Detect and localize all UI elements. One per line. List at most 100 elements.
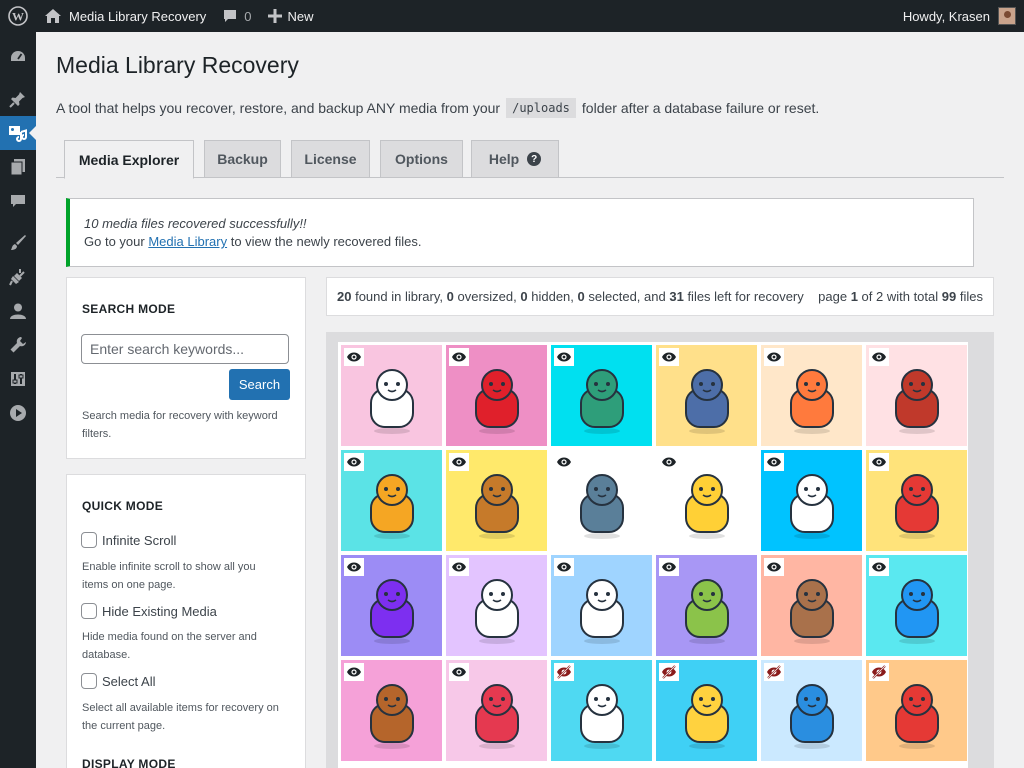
plugin-icon[interactable] xyxy=(0,260,36,294)
media-item-bird[interactable] xyxy=(866,555,967,656)
tab-license[interactable]: License xyxy=(291,140,370,178)
media-item-treadmill-runner[interactable] xyxy=(866,660,967,761)
media-item-apple[interactable] xyxy=(446,345,547,446)
search-button[interactable]: Search xyxy=(229,369,290,400)
media-item-bus[interactable] xyxy=(341,450,442,551)
astronaut-yoga-illustration xyxy=(475,579,519,644)
site-name: Media Library Recovery xyxy=(69,8,207,24)
tab-bar: Media Explorer Backup License Options He… xyxy=(56,140,1004,179)
media-item-bicycle[interactable] xyxy=(551,345,652,446)
deer-illustration xyxy=(370,684,414,749)
search-help: Search media for recovery with keyword f… xyxy=(82,410,278,440)
new-content-link[interactable]: New xyxy=(260,0,322,32)
success-notice: 10 media files recovered successfully!! … xyxy=(66,198,974,267)
site-name-link[interactable]: Media Library Recovery xyxy=(36,0,214,32)
main-content: Media Library Recovery A tool that helps… xyxy=(36,32,1024,768)
pin-icon[interactable] xyxy=(0,82,36,116)
settings-icon[interactable] xyxy=(0,362,36,396)
quick-mode-panel: QUICK MODE Infinite Scroll Enable infini… xyxy=(66,474,306,768)
media-grid-container xyxy=(326,332,994,768)
treadmill-runner-illustration xyxy=(895,684,939,749)
tab-help[interactable]: Help? xyxy=(471,140,559,178)
media-item-duck[interactable] xyxy=(656,450,757,551)
pages-icon[interactable] xyxy=(0,150,36,184)
media-icon[interactable] xyxy=(0,116,36,150)
tools-icon[interactable] xyxy=(0,328,36,362)
media-item-astronaut-yoga[interactable] xyxy=(446,555,547,656)
media-item-dinosaur[interactable] xyxy=(866,450,967,551)
avocado-illustration xyxy=(685,579,729,644)
media-item-whale[interactable] xyxy=(761,660,862,761)
wordpress-logo-icon[interactable]: W xyxy=(0,0,36,32)
bus-illustration xyxy=(370,474,414,539)
media-item-bunny[interactable] xyxy=(341,345,442,446)
pagination-summary: page 1 of 2 with total 99 files xyxy=(818,289,983,304)
description-text-end: folder after a database failure or reset… xyxy=(581,100,820,116)
infinite-scroll-checkbox[interactable] xyxy=(81,532,97,548)
comments-icon[interactable] xyxy=(0,184,36,218)
llama-illustration xyxy=(790,474,834,539)
car-illustration xyxy=(370,579,414,644)
hide-existing-option[interactable]: Hide Existing Media xyxy=(81,603,217,619)
search-mode-title: SEARCH MODE xyxy=(82,302,176,316)
books-illustration xyxy=(685,369,729,434)
tab-backup[interactable]: Backup xyxy=(204,140,281,178)
search-input[interactable]: Enter search keywords... xyxy=(81,334,289,364)
media-item-burger[interactable] xyxy=(446,450,547,551)
svg-text:W: W xyxy=(12,10,24,24)
select-all-checkbox[interactable] xyxy=(81,673,97,689)
home-icon xyxy=(45,9,61,23)
duck-illustration xyxy=(685,474,729,539)
media-item-bear[interactable] xyxy=(761,555,862,656)
tab-media-explorer[interactable]: Media Explorer xyxy=(64,140,194,179)
media-item-astronaut-rocket[interactable] xyxy=(551,555,652,656)
comment-bubble-icon xyxy=(224,10,237,22)
play-icon[interactable] xyxy=(0,396,36,430)
media-item-deer[interactable] xyxy=(341,660,442,761)
media-library-link[interactable]: Media Library xyxy=(148,234,227,249)
status-summary: 20 found in library, 0 oversized, 0 hidd… xyxy=(337,289,804,304)
hide-existing-help: Hide media found on the server and datab… xyxy=(82,631,257,661)
media-item-books[interactable] xyxy=(656,345,757,446)
quick-mode-title: QUICK MODE xyxy=(82,499,163,513)
page-description: A tool that helps you recover, restore, … xyxy=(56,98,819,118)
search-mode-panel: SEARCH MODE Enter search keywords... Sea… xyxy=(66,277,306,459)
baby-cloud-illustration xyxy=(580,684,624,749)
media-item-basketball-boy[interactable] xyxy=(866,345,967,446)
media-item-dragon[interactable] xyxy=(446,660,547,761)
hide-existing-checkbox[interactable] xyxy=(81,603,97,619)
infinite-scroll-help: Enable infinite scroll to show all you i… xyxy=(82,561,256,591)
basketball-boy-illustration xyxy=(895,369,939,434)
astronaut-rocket-illustration xyxy=(580,579,624,644)
bicycle-illustration xyxy=(580,369,624,434)
coffee-machine-illustration xyxy=(580,474,624,539)
media-item-notebook[interactable] xyxy=(761,345,862,446)
burger-illustration xyxy=(475,474,519,539)
infinite-scroll-option[interactable]: Infinite Scroll xyxy=(81,532,176,548)
media-item-car[interactable] xyxy=(341,555,442,656)
media-item-baby-cloud[interactable] xyxy=(551,660,652,761)
status-bar: 20 found in library, 0 oversized, 0 hidd… xyxy=(326,277,994,316)
media-item-llama[interactable] xyxy=(761,450,862,551)
tab-options[interactable]: Options xyxy=(380,140,463,178)
notice-message: 10 media files recovered successfully!! xyxy=(84,216,307,231)
media-item-coffee-machine[interactable] xyxy=(551,450,652,551)
greeting: Howdy, Krasen xyxy=(902,8,990,24)
dragon-illustration xyxy=(475,684,519,749)
user-icon[interactable] xyxy=(0,294,36,328)
new-label: New xyxy=(287,8,314,24)
select-all-option[interactable]: Select All xyxy=(81,673,155,689)
admin-sidebar xyxy=(0,32,36,768)
bee-illustration xyxy=(685,684,729,749)
media-item-bee[interactable] xyxy=(656,660,757,761)
media-grid xyxy=(338,342,968,768)
media-item-avocado[interactable] xyxy=(656,555,757,656)
my-account-link[interactable]: Howdy, Krasen xyxy=(895,0,1024,32)
brush-icon[interactable] xyxy=(0,226,36,260)
uploads-code: /uploads xyxy=(506,98,576,118)
dashboard-icon[interactable] xyxy=(0,40,36,74)
whale-illustration xyxy=(790,684,834,749)
select-all-help: Select all available items for recovery … xyxy=(82,702,279,732)
bunny-illustration xyxy=(370,369,414,434)
comments-link[interactable]: 0 xyxy=(214,0,259,32)
